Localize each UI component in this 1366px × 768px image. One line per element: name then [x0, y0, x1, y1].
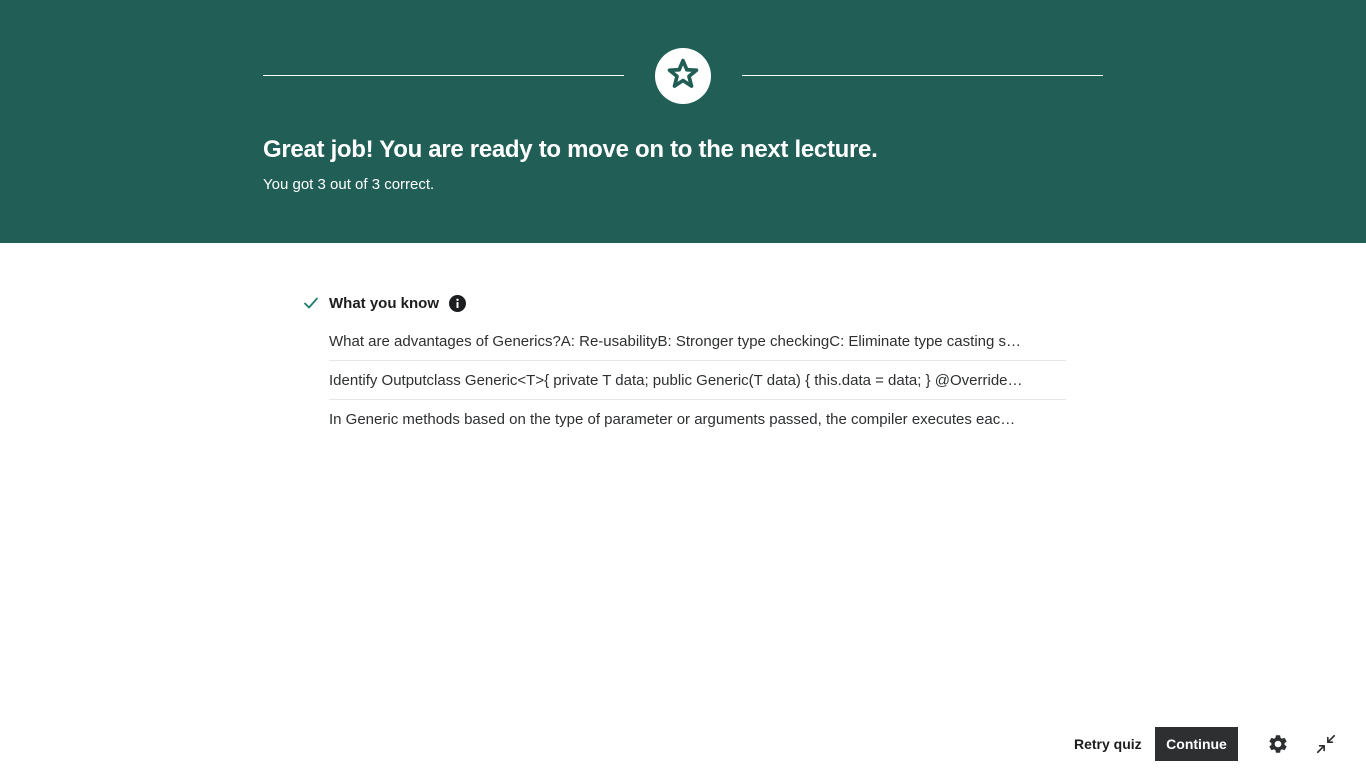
result-headline: Great job! You are ready to move on to t…	[263, 136, 878, 163]
what-you-know-header: What you know	[303, 292, 1066, 314]
quiz-result-banner: Great job! You are ready to move on to t…	[0, 0, 1366, 243]
what-you-know-section: What you know What are advantages of Gen…	[303, 292, 1066, 439]
divider-right	[742, 75, 1103, 76]
divider-left	[263, 75, 624, 76]
question-list: What are advantages of Generics?A: Re-us…	[329, 322, 1066, 439]
retry-quiz-button[interactable]: Retry quiz	[1066, 727, 1150, 761]
exit-fullscreen-icon[interactable]	[1314, 732, 1338, 756]
check-icon	[303, 295, 319, 311]
star-icon	[666, 57, 700, 96]
score-text: You got 3 out of 3 correct.	[263, 176, 435, 193]
star-badge	[655, 48, 711, 104]
continue-button[interactable]: Continue	[1155, 727, 1238, 761]
info-icon[interactable]	[449, 294, 466, 312]
question-item[interactable]: Identify Outputclass Generic<T>{ private…	[329, 361, 1066, 400]
gear-icon[interactable]	[1266, 732, 1290, 756]
question-item[interactable]: In Generic methods based on the type of …	[329, 400, 1066, 439]
section-title: What you know	[329, 294, 439, 312]
question-item[interactable]: What are advantages of Generics?A: Re-us…	[329, 322, 1066, 361]
